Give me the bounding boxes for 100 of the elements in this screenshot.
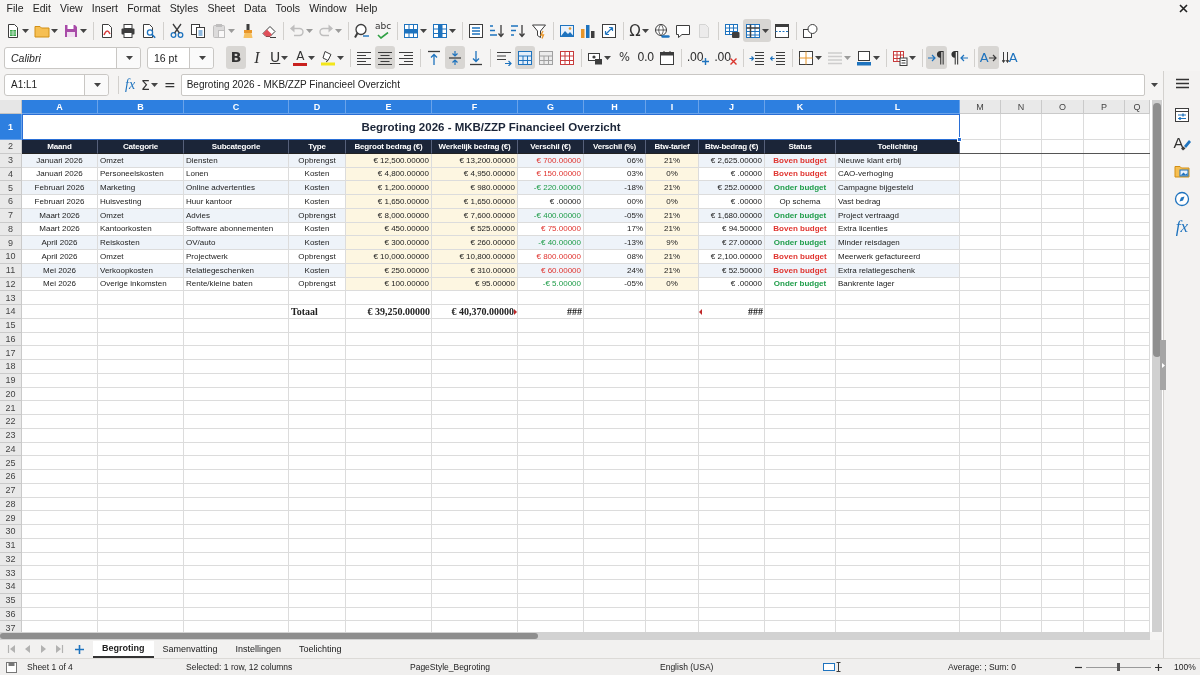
spelling-button[interactable]: abc <box>373 19 394 42</box>
styles-button[interactable]: A <box>1167 129 1197 157</box>
bold-button[interactable]: B <box>226 46 246 69</box>
functions-button[interactable]: fx <box>1167 213 1197 241</box>
horizontal-scrollbar[interactable] <box>0 632 1150 640</box>
font-name-field[interactable]: Calibri <box>4 46 141 69</box>
menu-item[interactable]: Insert <box>87 0 123 17</box>
formula-input[interactable]: Begroting 2026 - MKB/ZZP Financieel Overzicht <box>180 73 1145 96</box>
column-header[interactable]: L <box>836 100 960 114</box>
italic-button[interactable]: I <box>247 46 267 69</box>
zoom-in-button[interactable] <box>1155 663 1162 671</box>
compass-icon <box>1174 191 1190 207</box>
merge-center-button[interactable] <box>515 46 536 69</box>
underline-button[interactable]: U <box>268 46 291 69</box>
row-header[interactable]: 17 <box>0 346 22 360</box>
row-header[interactable]: 21 <box>0 401 22 415</box>
menu-item[interactable]: Window <box>304 0 352 17</box>
triangle-right-icon <box>1161 362 1165 368</box>
name-box-dropdown[interactable] <box>84 74 108 95</box>
row-header[interactable]: 18 <box>0 360 22 374</box>
vertical-text-button[interactable]: A <box>999 46 1020 69</box>
bar-chart-icon <box>580 22 597 39</box>
align-middle-button[interactable] <box>445 46 466 69</box>
difference-percent: -18% <box>584 181 646 195</box>
row-header[interactable]: 25 <box>0 456 22 470</box>
row-header[interactable]: 22 <box>0 415 22 429</box>
column-header[interactable]: E <box>346 100 432 114</box>
close-document-button[interactable] <box>1179 4 1188 13</box>
formula-button[interactable]: = <box>160 73 179 96</box>
fill-handle[interactable] <box>957 137 962 142</box>
sheet-tab[interactable]: Instellingen <box>226 640 291 658</box>
column-header[interactable]: C <box>184 100 289 114</box>
total-label: Totaal <box>291 306 318 318</box>
row-header[interactable]: 29 <box>0 511 22 525</box>
skip-left-icon <box>7 644 16 654</box>
menu-item[interactable]: Sheet <box>202 0 240 17</box>
column-header[interactable]: H <box>584 100 646 114</box>
delete-decimal-button[interactable]: .00 <box>712 46 739 69</box>
row-header[interactable]: 5 <box>0 181 22 195</box>
column-header[interactable]: M <box>960 100 1001 114</box>
row-header[interactable]: 26 <box>0 470 22 484</box>
percent-format-button[interactable]: % <box>614 46 635 69</box>
column-header[interactable]: F <box>432 100 518 114</box>
add-decimal-button[interactable]: .00 <box>684 46 712 69</box>
row-header[interactable]: 10 <box>0 250 22 264</box>
row-header[interactable]: 2 <box>0 140 22 154</box>
menu-item[interactable]: View <box>55 0 88 17</box>
number-format-button[interactable]: 0.0 <box>635 46 656 69</box>
sheet-tab[interactable]: Samenvatting <box>153 640 227 658</box>
row-header[interactable]: 14 <box>0 305 22 319</box>
font-size-dropdown[interactable] <box>189 47 213 68</box>
column-header[interactable]: B <box>98 100 184 114</box>
font-name-dropdown[interactable] <box>116 47 140 68</box>
row-header[interactable]: 30 <box>0 525 22 539</box>
caret-icon <box>814 55 822 60</box>
row-header[interactable]: 13 <box>0 291 22 305</box>
menu-item[interactable]: Edit <box>28 0 56 17</box>
row-header[interactable]: 33 <box>0 566 22 580</box>
font-size-field[interactable]: 16 pt <box>147 46 214 69</box>
row-header[interactable]: 34 <box>0 580 22 594</box>
menu-item[interactable]: File <box>2 0 29 17</box>
caret-icon <box>335 28 342 33</box>
right-to-left-button[interactable]: ¶ <box>948 46 970 69</box>
freeze-rows-columns-button[interactable] <box>742 19 771 42</box>
total-value: € 39,250.00000 <box>367 306 430 318</box>
column-header[interactable]: D <box>289 100 346 114</box>
menu-item[interactable]: Help <box>351 0 382 17</box>
align-center-button[interactable] <box>375 46 396 69</box>
function-wizard-button[interactable]: fx <box>122 73 139 96</box>
column-header[interactable]: K <box>765 100 836 114</box>
column-header[interactable]: N <box>1001 100 1042 114</box>
vat-rate: 21% <box>646 181 699 195</box>
row-header[interactable]: 9 <box>0 236 22 250</box>
row-header[interactable]: 1 <box>0 114 22 140</box>
month: Februari 2026 <box>22 181 98 195</box>
column-header[interactable]: P <box>1084 100 1125 114</box>
sum-button[interactable]: Σ <box>138 73 161 96</box>
menu-item[interactable]: Data <box>239 0 271 17</box>
scrollbar-thumb[interactable] <box>0 633 538 639</box>
sheet-tab[interactable]: Begroting <box>93 640 154 658</box>
zoom-slider-thumb[interactable] <box>1117 663 1120 671</box>
column-header[interactable]: G <box>518 100 584 114</box>
sidebar-collapse-handle[interactable] <box>1160 340 1166 390</box>
font-color-button[interactable]: A <box>291 46 318 69</box>
vertical-scrollbar[interactable] <box>1152 100 1162 632</box>
shapes-icon <box>801 22 818 39</box>
column-header[interactable]: O <box>1042 100 1084 114</box>
row-header[interactable]: 6 <box>0 195 22 209</box>
special-character-button[interactable]: Ω <box>627 19 651 42</box>
scrollbar-thumb[interactable] <box>1153 103 1161 357</box>
menu-item[interactable]: Tools <box>270 0 305 17</box>
column-header[interactable]: I <box>646 100 699 114</box>
menu-item[interactable]: Format <box>122 0 166 17</box>
name-box[interactable]: A1:L1 <box>4 73 109 96</box>
sheet-tab[interactable]: Toelichting <box>290 640 351 658</box>
menu-item[interactable]: Styles <box>165 0 203 17</box>
left-to-right-button[interactable]: ¶ <box>925 46 948 69</box>
column-header[interactable]: Q <box>1125 100 1150 114</box>
column-header[interactable]: J <box>699 100 765 114</box>
column-header[interactable]: A <box>22 100 98 114</box>
